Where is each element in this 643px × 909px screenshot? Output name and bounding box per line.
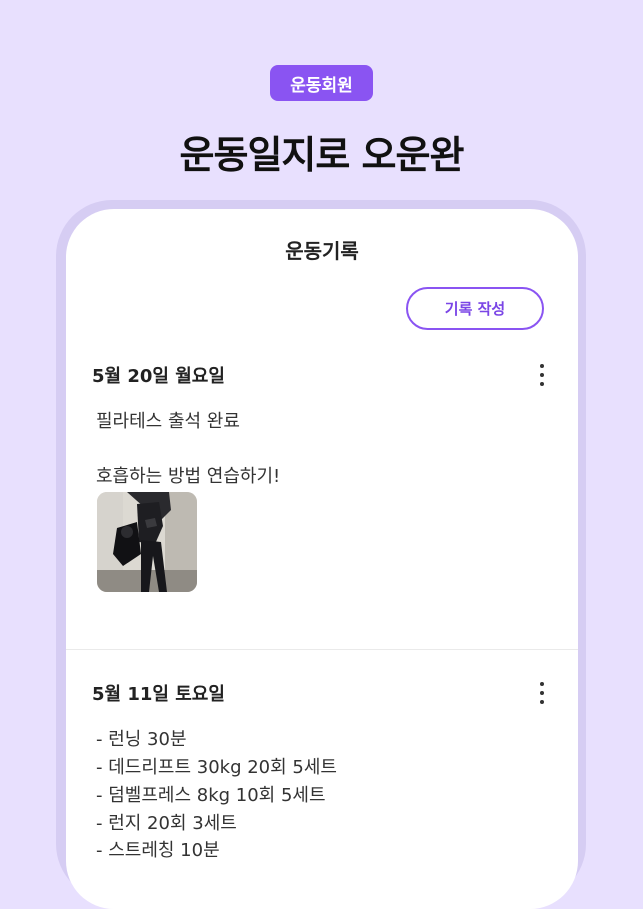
- more-options-icon[interactable]: [538, 682, 546, 704]
- promo-headline: 운동일지로 오운완: [179, 133, 465, 177]
- write-record-button[interactable]: 기록 작성: [406, 287, 544, 330]
- more-options-icon[interactable]: [538, 364, 546, 386]
- screen-title: 운동기록: [285, 239, 359, 263]
- entry-date: 5월 20일 월요일: [92, 366, 225, 387]
- entry-text-line: 필라테스 출석 완료: [96, 411, 240, 432]
- category-badge: 운동회원: [270, 65, 373, 101]
- entry-text-line: 호흡하는 방법 연습하기!: [96, 466, 281, 487]
- entry-text-line: - 덤벨프레스 8kg 10회 5세트: [96, 785, 326, 806]
- entry-text-line: - 런닝 30분: [96, 729, 187, 750]
- workout-photo-image: [97, 492, 197, 592]
- entry-text-line: - 스트레칭 10분: [96, 840, 220, 861]
- entry-text-line: - 데드리프트 30kg 20회 5세트: [96, 757, 337, 778]
- entry-text-line: - 런지 20회 3세트: [96, 813, 237, 834]
- entry-date: 5월 11일 토요일: [92, 684, 225, 705]
- entry-photo-thumbnail[interactable]: [97, 492, 197, 592]
- phone-screen: 운동기록 기록 작성 5월 20일 월요일 필라테스 출석 완료 호흡하는 방법…: [66, 209, 578, 909]
- entry-divider: [66, 649, 578, 650]
